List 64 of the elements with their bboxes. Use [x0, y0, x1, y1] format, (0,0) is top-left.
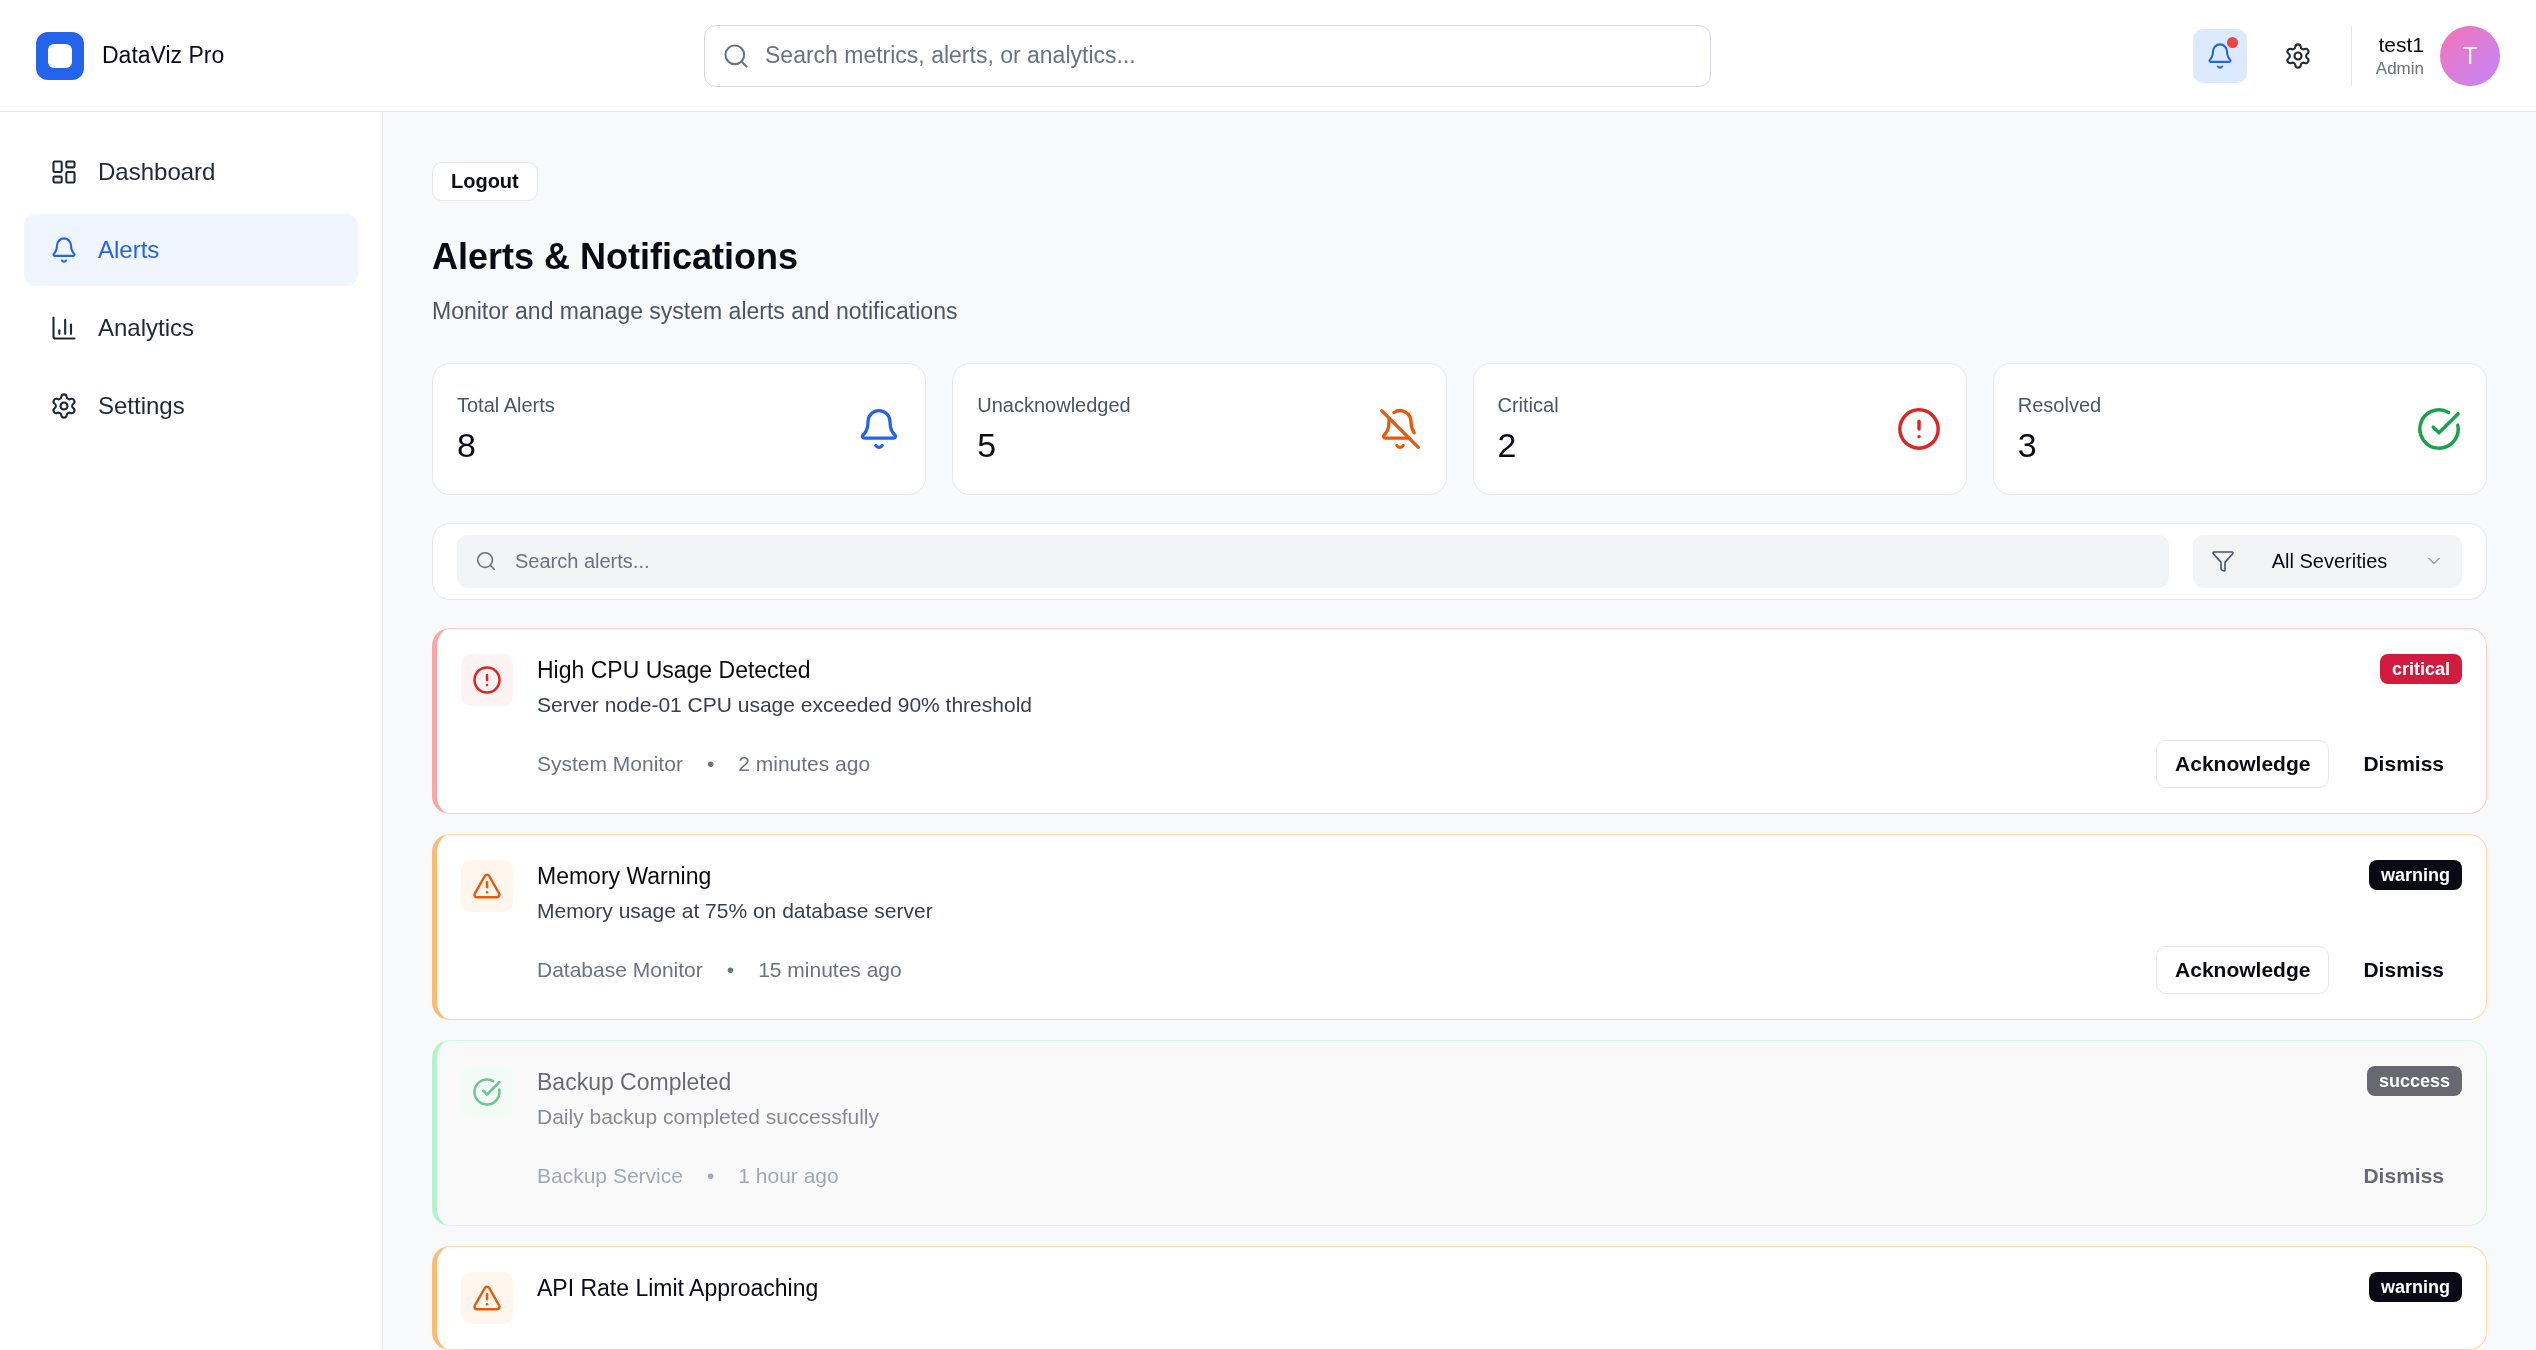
alert-description: Memory usage at 75% on database server — [537, 898, 934, 924]
alert-circle-icon — [472, 665, 502, 695]
alert-title: API Rate Limit Approaching — [537, 1274, 820, 1303]
alert-title: Memory Warning — [537, 862, 713, 891]
separator-dot: • — [706, 751, 715, 778]
severity-tag: warning — [2369, 1272, 2462, 1302]
stat-label: Resolved — [2017, 392, 2102, 418]
bar-chart-icon — [50, 314, 78, 342]
check-circle-icon — [472, 1077, 502, 1107]
search-icon — [475, 549, 497, 572]
severity-tag: success — [2366, 1066, 2462, 1096]
alert-time: 1 hour ago — [738, 1163, 839, 1190]
sidebar-item[interactable]: Dashboard — [24, 136, 358, 208]
stat-value: 5 — [977, 424, 998, 466]
filter-icon — [2211, 549, 2235, 574]
stat-value: 2 — [1497, 424, 1518, 466]
acknowledge-button[interactable]: Acknowledge — [2156, 740, 2330, 788]
bell-off-icon — [1377, 406, 1422, 451]
notifications-button[interactable] — [2192, 28, 2247, 83]
alert-title: High CPU Usage Detected — [537, 656, 812, 685]
dismiss-button[interactable]: Dismiss — [2345, 740, 2462, 788]
alert-description: Server node-01 CPU usage exceeded 90% threshold — [537, 692, 1033, 718]
stat-label: Total Alerts — [457, 392, 555, 418]
alert-title: Backup Completed — [537, 1068, 733, 1097]
search-icon — [722, 41, 750, 70]
alert-source: Database Monitor — [537, 957, 703, 984]
dismiss-button[interactable]: Dismiss — [2345, 946, 2462, 994]
alert-search-field[interactable]: Search alerts... — [457, 534, 2169, 588]
warning-triangle-icon — [472, 1283, 502, 1313]
settings-icon — [2283, 41, 2312, 70]
stat-value: 8 — [457, 424, 477, 466]
severity-select[interactable]: All Severities — [2193, 534, 2462, 588]
alert-circle-icon — [1895, 405, 1942, 452]
severity-tag: warning — [2369, 860, 2462, 890]
dashboard-icon — [50, 158, 78, 186]
sidebar-item[interactable]: Analytics — [24, 292, 358, 364]
user-role: Admin — [2375, 57, 2424, 80]
alert-source: System Monitor — [537, 751, 683, 778]
stat-value: 3 — [2017, 424, 2038, 466]
alert-time: 15 minutes ago — [758, 957, 902, 984]
separator-dot: • — [726, 957, 735, 984]
bell-icon — [50, 236, 78, 264]
bell-icon — [2205, 41, 2234, 70]
page-subtitle: Monitor and manage system alerts and notifications — [432, 296, 959, 326]
warning-triangle-icon — [472, 871, 502, 901]
logout-button[interactable]: Logout — [432, 162, 538, 201]
stat-label: Critical — [1497, 392, 1559, 418]
user-name: test1 — [2378, 31, 2424, 58]
acknowledge-button[interactable]: Acknowledge — [2156, 946, 2330, 994]
check-circle-icon — [2416, 405, 2462, 452]
app-logo-icon — [36, 31, 84, 80]
alert-source: Backup Service — [537, 1163, 683, 1190]
stat-label: Unacknowledged — [977, 392, 1131, 418]
dismiss-button[interactable]: Dismiss — [2345, 1152, 2462, 1200]
alert-time: 2 minutes ago — [738, 751, 871, 778]
sidebar-item[interactable]: Settings — [24, 370, 358, 442]
settings-icon — [50, 392, 78, 420]
sidebar-item[interactable]: Alerts — [24, 214, 358, 286]
app-name: DataViz Pro — [102, 41, 225, 71]
severity-tag: critical — [2379, 654, 2462, 684]
alert-description: Daily backup completed successfully — [537, 1104, 880, 1130]
separator-dot: • — [706, 1163, 715, 1190]
page-title: Alerts & Notifications — [432, 234, 800, 279]
search-field[interactable]: Search metrics, alerts, or analytics... — [704, 24, 1711, 87]
